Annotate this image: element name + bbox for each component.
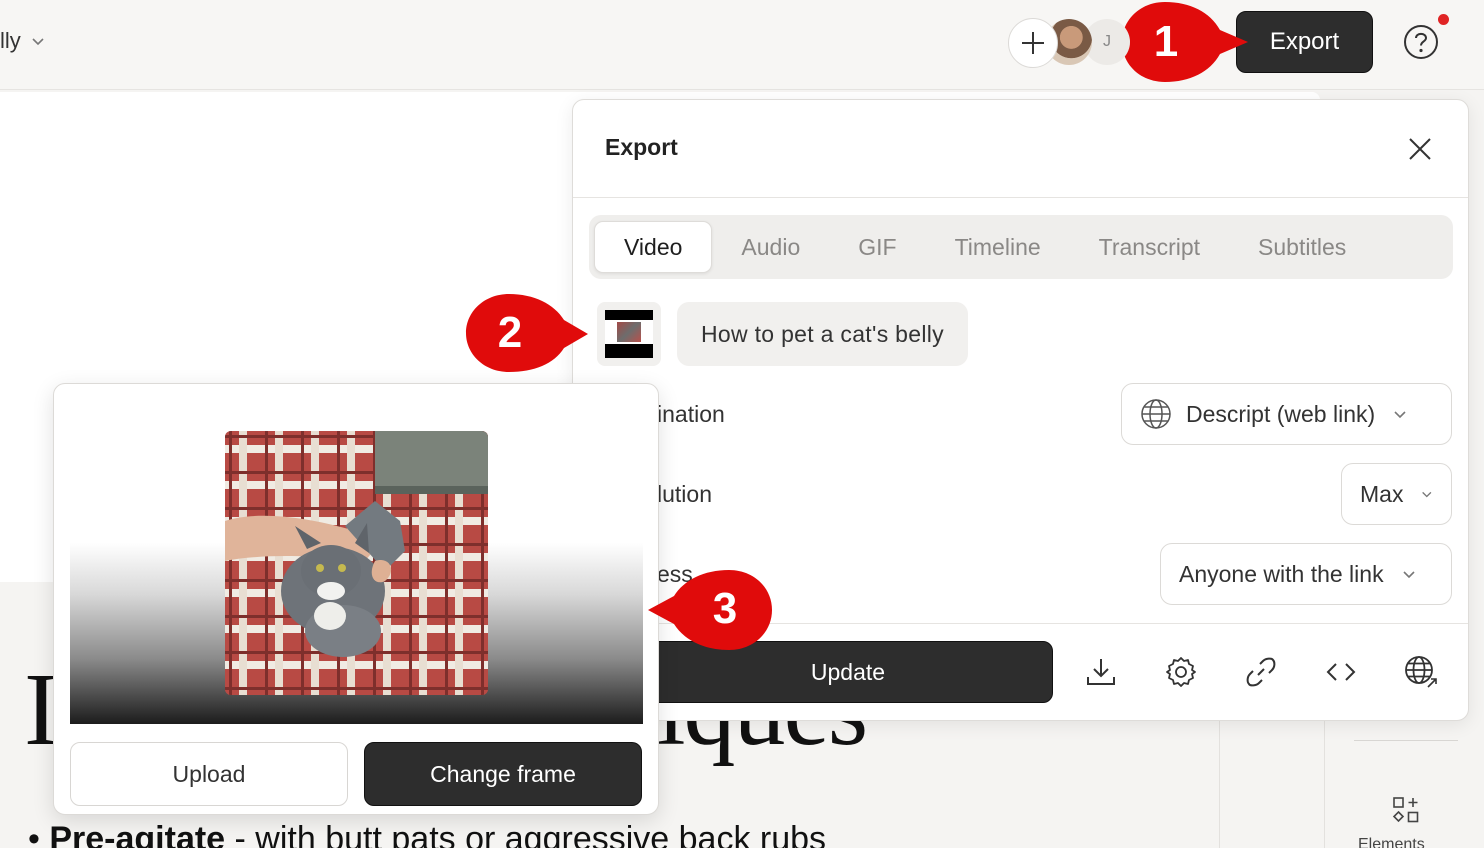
resolution-label: lution xyxy=(657,481,712,507)
tab-gif[interactable]: GIF xyxy=(829,221,925,273)
plus-icon xyxy=(1022,32,1044,54)
globe-icon xyxy=(1141,399,1171,429)
link-icon[interactable] xyxy=(1244,655,1278,689)
tab-audio[interactable]: Audio xyxy=(712,221,829,273)
cat-frame-image xyxy=(225,431,488,695)
notification-dot xyxy=(1438,14,1449,25)
embed-code-icon[interactable] xyxy=(1324,655,1358,689)
access-value: Anyone with the link xyxy=(1179,560,1384,587)
chevron-down-icon xyxy=(1403,571,1415,579)
elements-label: Elements xyxy=(1358,836,1425,848)
gear-icon[interactable] xyxy=(1164,655,1198,689)
tab-video[interactable]: Video xyxy=(594,221,713,273)
chevron-down-icon xyxy=(32,38,44,46)
download-icon[interactable] xyxy=(1084,655,1118,689)
document-bullet: • Pre-agitate - with butt pats or aggres… xyxy=(28,820,826,848)
resolution-value: Max xyxy=(1360,480,1404,507)
cat-photo-illustration xyxy=(225,431,488,695)
destination-label: ination xyxy=(657,401,725,427)
bullet-dot: • xyxy=(28,820,50,848)
thumbnail-preview xyxy=(70,400,643,724)
tab-subtitles[interactable]: Subtitles xyxy=(1229,221,1375,273)
project-title-dropdown[interactable]: lly xyxy=(0,28,45,54)
chevron-down-icon xyxy=(1394,411,1406,419)
change-frame-button[interactable]: Change frame xyxy=(364,742,642,806)
video-title-field[interactable]: How to pet a cat's belly xyxy=(677,302,968,366)
add-collaborator-button[interactable] xyxy=(1008,18,1058,68)
callout-number-2: 2 xyxy=(497,308,523,357)
panel-divider xyxy=(573,197,1468,198)
destination-select[interactable]: Descript (web link) xyxy=(1121,383,1452,445)
publish-web-icon[interactable] xyxy=(1404,655,1438,689)
access-select[interactable]: Anyone with the link xyxy=(1160,543,1452,605)
export-panel-title: Export xyxy=(605,134,678,160)
project-title: lly xyxy=(0,28,21,53)
avatar-initial: J xyxy=(1103,33,1111,50)
bullet-text: - with butt pats or aggressive back rubs xyxy=(225,820,827,848)
bullet-bold: Pre-agitate xyxy=(49,820,226,848)
export-type-tabs: Video Audio GIF Timeline Transcript Subt… xyxy=(589,215,1453,279)
help-icon[interactable] xyxy=(1403,24,1439,60)
upload-button[interactable]: Upload xyxy=(70,742,348,806)
elements-icon[interactable] xyxy=(1392,796,1420,824)
rail-divider xyxy=(1354,740,1458,741)
tab-transcript[interactable]: Transcript xyxy=(1070,221,1229,273)
heading-left: I xyxy=(24,652,59,767)
chevron-down-icon xyxy=(1422,491,1432,498)
callout-number-3: 3 xyxy=(712,584,738,633)
tab-timeline[interactable]: Timeline xyxy=(926,221,1070,273)
callout-number-1: 1 xyxy=(1153,17,1179,66)
thumbnail-popover: Upload Change frame xyxy=(53,383,659,815)
close-icon[interactable] xyxy=(1407,136,1433,162)
resolution-select[interactable]: Max xyxy=(1341,463,1452,525)
destination-value: Descript (web link) xyxy=(1186,400,1376,427)
